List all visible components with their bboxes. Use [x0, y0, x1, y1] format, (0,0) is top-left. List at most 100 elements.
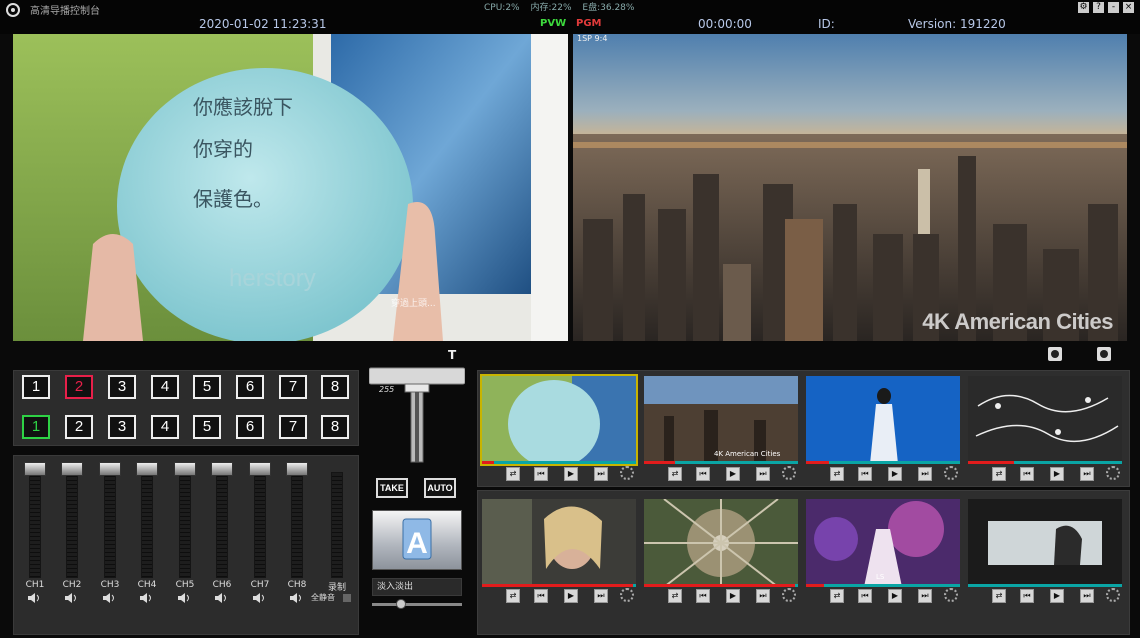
- pvw-channel-button-7[interactable]: 7: [279, 415, 307, 439]
- source-progress-track[interactable]: [482, 461, 636, 464]
- volume-knob-icon[interactable]: [620, 588, 634, 602]
- next-icon[interactable]: ⏭: [918, 467, 932, 481]
- fader-knob[interactable]: [249, 462, 271, 476]
- record-icon[interactable]: [1048, 347, 1062, 361]
- play-icon[interactable]: ▶: [888, 589, 902, 603]
- speaker-icon[interactable]: [252, 593, 266, 603]
- pgm-channel-button-4[interactable]: 4: [151, 375, 179, 399]
- pvw-channel-button-6[interactable]: 6: [236, 415, 264, 439]
- fader-4[interactable]: [136, 462, 158, 580]
- pvw-channel-button-5[interactable]: 5: [193, 415, 221, 439]
- next-icon[interactable]: ⏭: [1080, 467, 1094, 481]
- volume-knob-icon[interactable]: [620, 466, 634, 480]
- pgm-channel-button-1[interactable]: 1: [22, 375, 50, 399]
- volume-knob-icon[interactable]: [782, 588, 796, 602]
- speaker-icon[interactable]: [139, 593, 153, 603]
- loop-icon[interactable]: ⇄: [668, 589, 682, 603]
- play-icon[interactable]: ▶: [564, 589, 578, 603]
- source-progress-track[interactable]: [644, 584, 798, 587]
- fader-9[interactable]: [326, 462, 348, 580]
- next-icon[interactable]: ⏭: [1080, 589, 1094, 603]
- source-thumbnail-3[interactable]: [806, 376, 960, 464]
- fader-8[interactable]: [286, 462, 308, 580]
- close-icon[interactable]: ×: [1123, 2, 1134, 13]
- fader-knob[interactable]: [61, 462, 83, 476]
- volume-knob-icon[interactable]: [782, 466, 796, 480]
- volume-knob-icon[interactable]: [944, 588, 958, 602]
- source-progress-track[interactable]: [968, 461, 1122, 464]
- fader-5[interactable]: [174, 462, 196, 580]
- mute-all-checkbox[interactable]: [343, 594, 351, 602]
- snapshot-icon[interactable]: [1097, 347, 1111, 361]
- loop-icon[interactable]: ⇄: [506, 467, 520, 481]
- help-icon[interactable]: ?: [1093, 2, 1104, 13]
- prev-icon[interactable]: ⏮: [1020, 467, 1034, 481]
- pgm-channel-button-7[interactable]: 7: [279, 375, 307, 399]
- source-progress-track[interactable]: [806, 461, 960, 464]
- source-thumbnail-6[interactable]: [644, 499, 798, 587]
- take-button[interactable]: TAKE: [376, 478, 408, 498]
- loop-icon[interactable]: ⇄: [830, 467, 844, 481]
- source-thumbnail-7[interactable]: LS: [806, 499, 960, 587]
- speaker-icon[interactable]: [64, 593, 78, 603]
- volume-knob-icon[interactable]: [944, 466, 958, 480]
- pvw-channel-button-8[interactable]: 8: [321, 415, 349, 439]
- speaker-icon[interactable]: [214, 593, 228, 603]
- minimize-icon[interactable]: -: [1108, 2, 1119, 13]
- fader-knob[interactable]: [211, 462, 233, 476]
- prev-icon[interactable]: ⏮: [696, 467, 710, 481]
- pvw-channel-button-3[interactable]: 3: [108, 415, 136, 439]
- volume-knob-icon[interactable]: [1106, 466, 1120, 480]
- pgm-channel-button-3[interactable]: 3: [108, 375, 136, 399]
- fader-2[interactable]: [61, 462, 83, 580]
- prev-icon[interactable]: ⏮: [534, 467, 548, 481]
- source-thumbnail-5[interactable]: [482, 499, 636, 587]
- settings-icon[interactable]: ⚙: [1078, 2, 1089, 13]
- next-icon[interactable]: ⏭: [756, 589, 770, 603]
- speaker-icon[interactable]: [177, 593, 191, 603]
- source-thumbnail-1[interactable]: [480, 374, 638, 466]
- loop-icon[interactable]: ⇄: [830, 589, 844, 603]
- next-icon[interactable]: ⏭: [594, 467, 608, 481]
- volume-knob-icon[interactable]: [1106, 588, 1120, 602]
- source-thumbnail-4[interactable]: [968, 376, 1122, 464]
- transition-speed-slider[interactable]: [372, 603, 462, 606]
- pvw-channel-button-4[interactable]: 4: [151, 415, 179, 439]
- pgm-channel-button-6[interactable]: 6: [236, 375, 264, 399]
- fader-knob[interactable]: [174, 462, 196, 476]
- speaker-icon[interactable]: [102, 593, 116, 603]
- fader-1[interactable]: [24, 462, 46, 580]
- play-icon[interactable]: ▶: [726, 467, 740, 481]
- loop-icon[interactable]: ⇄: [992, 467, 1006, 481]
- pvw-channel-button-1[interactable]: 1: [22, 415, 50, 439]
- play-icon[interactable]: ▶: [564, 467, 578, 481]
- transition-tbar[interactable]: [369, 366, 465, 466]
- next-icon[interactable]: ⏭: [594, 589, 608, 603]
- speaker-icon[interactable]: [289, 593, 303, 603]
- transition-effect-preview[interactable]: A: [372, 510, 462, 570]
- play-icon[interactable]: ▶: [726, 589, 740, 603]
- source-progress-track[interactable]: [968, 584, 1122, 587]
- source-thumbnail-8[interactable]: [968, 499, 1122, 587]
- pgm-channel-button-5[interactable]: 5: [193, 375, 221, 399]
- fader-knob[interactable]: [286, 462, 308, 476]
- fader-6[interactable]: [211, 462, 233, 580]
- next-icon[interactable]: ⏭: [756, 467, 770, 481]
- source-progress-track[interactable]: [806, 584, 960, 587]
- pvw-channel-button-2[interactable]: 2: [65, 415, 93, 439]
- fader-knob[interactable]: [136, 462, 158, 476]
- fader-7[interactable]: [249, 462, 271, 580]
- pgm-channel-button-8[interactable]: 8: [321, 375, 349, 399]
- prev-icon[interactable]: ⏮: [858, 467, 872, 481]
- loop-icon[interactable]: ⇄: [668, 467, 682, 481]
- fader-knob[interactable]: [99, 462, 121, 476]
- transition-speed-thumb[interactable]: [396, 599, 406, 609]
- pgm-channel-button-2[interactable]: 2: [65, 375, 93, 399]
- play-icon[interactable]: ▶: [1050, 589, 1064, 603]
- prev-icon[interactable]: ⏮: [1020, 589, 1034, 603]
- transition-effect-select[interactable]: 淡入淡出: [372, 578, 462, 596]
- speaker-icon[interactable]: [27, 593, 41, 603]
- prev-icon[interactable]: ⏮: [534, 589, 548, 603]
- play-icon[interactable]: ▶: [888, 467, 902, 481]
- fader-3[interactable]: [99, 462, 121, 580]
